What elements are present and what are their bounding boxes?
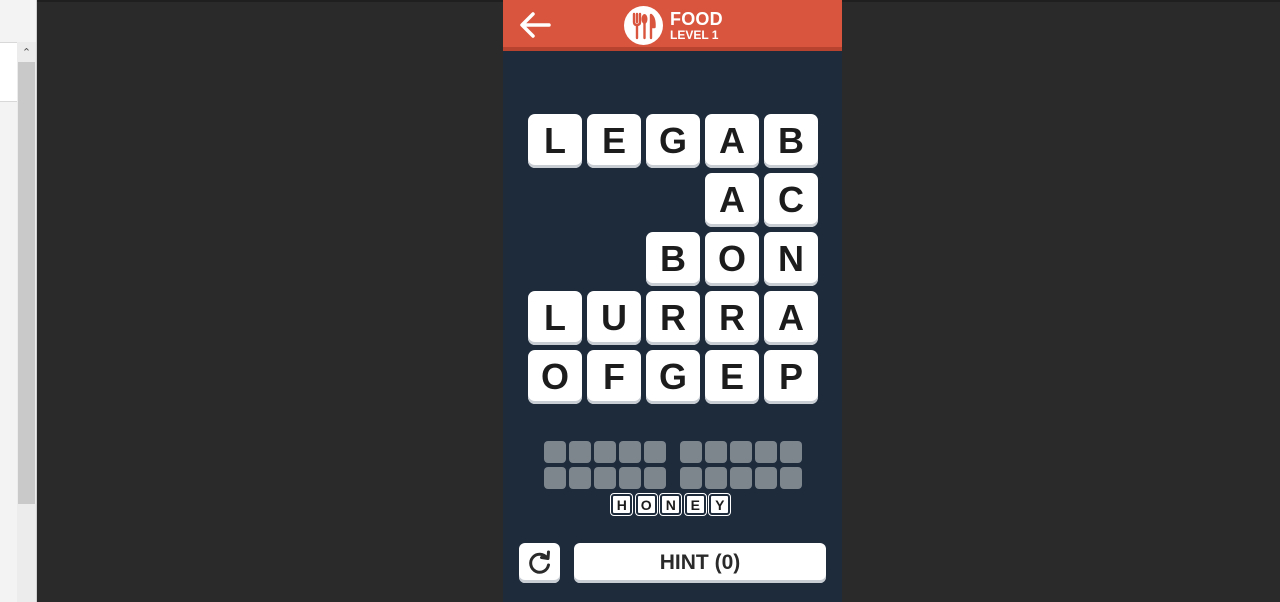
answer-slot	[755, 467, 777, 489]
hint-button[interactable]: HINT (0)	[574, 543, 826, 583]
letter-tile[interactable]: O	[705, 232, 759, 286]
answer-slot	[644, 441, 666, 463]
answer-slot	[544, 441, 566, 463]
cutlery-icon	[624, 6, 663, 45]
answer-slot	[705, 441, 727, 463]
letter-tile[interactable]: L	[528, 114, 582, 168]
found-letter: O	[634, 493, 658, 516]
found-letter: H	[610, 493, 634, 516]
letter-tile[interactable]: U	[587, 291, 641, 345]
letter-tile[interactable]: A	[705, 114, 759, 168]
letter-tile[interactable]: A	[764, 291, 818, 345]
side-panel-box	[0, 42, 17, 102]
letter-tile[interactable]: B	[764, 114, 818, 168]
answer-slot	[755, 441, 777, 463]
answer-slot	[594, 467, 616, 489]
answer-slot	[730, 441, 752, 463]
answer-slot	[569, 467, 591, 489]
letter-tile[interactable]: F	[587, 350, 641, 404]
letter-tile[interactable]: E	[587, 114, 641, 168]
letter-tile[interactable]: G	[646, 350, 700, 404]
game-header: FOOD LEVEL 1	[503, 0, 842, 51]
category-title: FOOD	[670, 9, 723, 29]
letter-tile[interactable]: O	[528, 350, 582, 404]
answer-slot	[680, 467, 702, 489]
answer-slot	[619, 467, 641, 489]
answer-slot	[780, 441, 802, 463]
found-letter: Y	[708, 493, 732, 516]
browser-side-panel: ⌃	[0, 0, 37, 602]
answer-slot	[680, 441, 702, 463]
arrow-left-icon	[520, 12, 551, 38]
letter-tile[interactable]: E	[705, 350, 759, 404]
found-letter: N	[659, 493, 683, 516]
found-letter: E	[683, 493, 707, 516]
letter-tile[interactable]: N	[764, 232, 818, 286]
answer-slot	[594, 441, 616, 463]
letter-tile[interactable]: P	[764, 350, 818, 404]
answer-slot	[619, 441, 641, 463]
game-screen: FOOD LEVEL 1 LEGABACBONLURRAOFGEP HONEY …	[503, 0, 842, 602]
answer-slot	[780, 467, 802, 489]
reset-button[interactable]	[519, 543, 560, 583]
answer-slot	[569, 441, 591, 463]
scroll-up-icon[interactable]: ⌃	[17, 42, 36, 62]
letter-tile[interactable]: L	[528, 291, 582, 345]
back-button[interactable]	[515, 8, 555, 42]
answer-slot	[544, 467, 566, 489]
letter-tile[interactable]: R	[705, 291, 759, 345]
letter-tile[interactable]: A	[705, 173, 759, 227]
level-label: LEVEL 1	[670, 28, 719, 42]
answer-slot	[644, 467, 666, 489]
letter-tile[interactable]: B	[646, 232, 700, 286]
refresh-icon	[528, 550, 550, 574]
scrollbar-thumb[interactable]	[18, 62, 35, 504]
answer-slot	[730, 467, 752, 489]
letter-tile[interactable]: G	[646, 114, 700, 168]
answer-slot	[705, 467, 727, 489]
letter-tile[interactable]: R	[646, 291, 700, 345]
letter-tile[interactable]: C	[764, 173, 818, 227]
